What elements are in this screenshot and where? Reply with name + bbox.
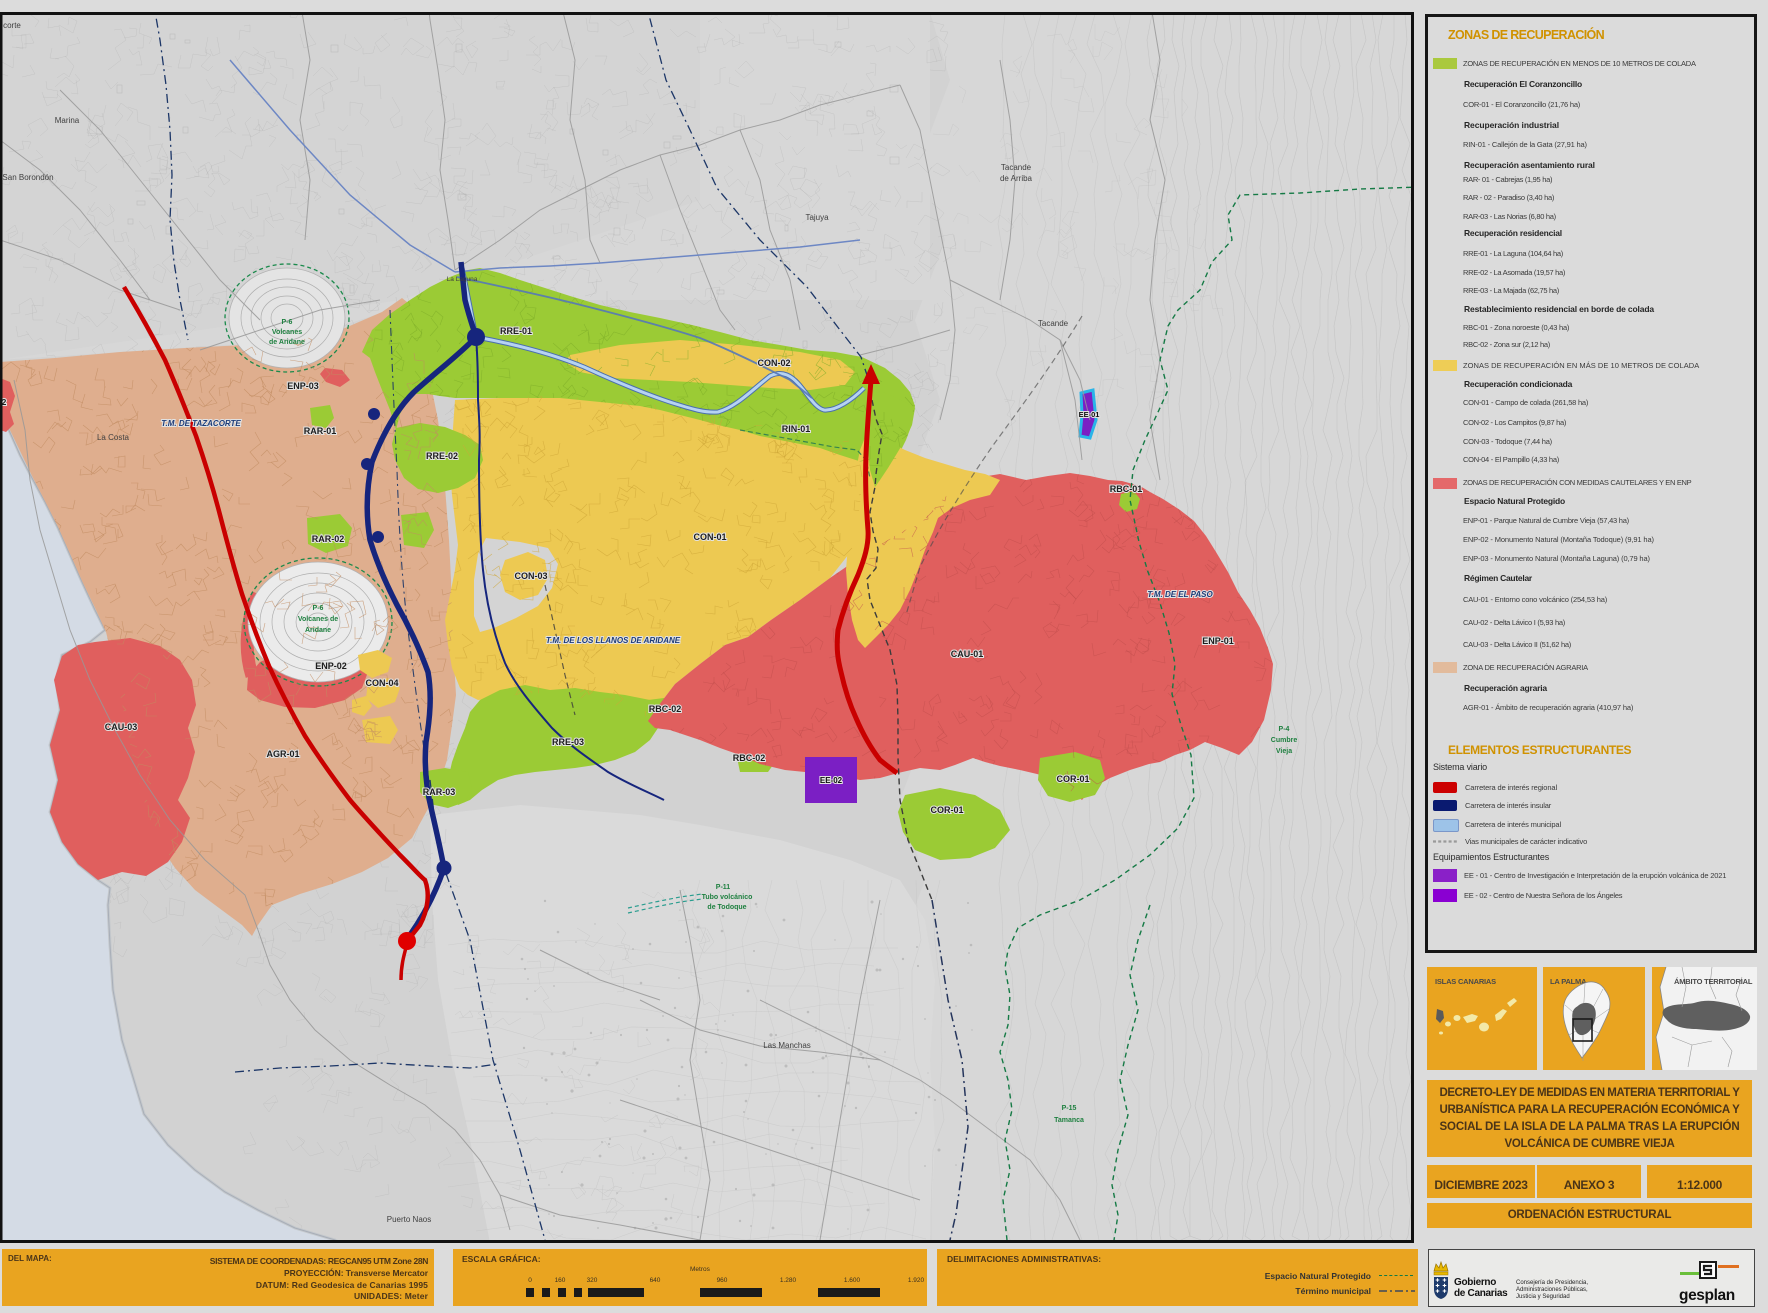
svg-text:RAR-03: RAR-03 bbox=[423, 787, 456, 797]
svg-text:EE-01: EE-01 bbox=[1079, 410, 1100, 419]
svg-text:RRE-02: RRE-02 bbox=[426, 451, 458, 461]
svg-text:CON-02: CON-02 bbox=[757, 358, 790, 368]
svg-text:Consejería de Presidencia,: Consejería de Presidencia, bbox=[1516, 1280, 1588, 1286]
svg-text:Marina: Marina bbox=[55, 116, 80, 125]
svg-text:Vieja: Vieja bbox=[1276, 748, 1292, 755]
svg-text:Tubo volcánico: Tubo volcánico bbox=[702, 894, 753, 901]
svg-text:RAR-02: RAR-02 bbox=[312, 534, 345, 544]
svg-text:ISLAS CANARIAS: ISLAS CANARIAS bbox=[1435, 977, 1496, 986]
svg-text:RRE-03: RRE-03 bbox=[552, 737, 584, 747]
svg-text:RBC-01: RBC-01 bbox=[1110, 484, 1143, 494]
svg-text:Cumbre: Cumbre bbox=[1271, 737, 1298, 744]
svg-text:P-15: P-15 bbox=[1062, 1105, 1077, 1112]
svg-text:La Laguna: La Laguna bbox=[447, 276, 478, 283]
svg-text:de Arriba: de Arriba bbox=[1000, 174, 1033, 183]
svg-text:gesplan: gesplan bbox=[1679, 1287, 1735, 1304]
svg-text:P-4: P-4 bbox=[1279, 726, 1290, 733]
svg-text:CAU-01: CAU-01 bbox=[951, 649, 984, 659]
svg-text:Justicia y Seguridad: Justicia y Seguridad bbox=[1516, 1294, 1570, 1300]
svg-text:Gobierno: Gobierno bbox=[1454, 1277, 1496, 1288]
svg-text:COR-01: COR-01 bbox=[930, 805, 963, 815]
svg-text:Administraciones Públicas,: Administraciones Públicas, bbox=[1516, 1287, 1588, 1293]
svg-text:T.M. DE TAZACORTE: T.M. DE TAZACORTE bbox=[161, 419, 241, 428]
svg-text:RRE-01: RRE-01 bbox=[500, 326, 532, 336]
svg-text:Las Manchas: Las Manchas bbox=[763, 1041, 811, 1050]
svg-text:de Canarias: de Canarias bbox=[1454, 1288, 1508, 1299]
svg-text:Volcanes: Volcanes bbox=[272, 329, 302, 336]
svg-text:Tacande: Tacande bbox=[1001, 163, 1032, 172]
svg-text:RBC-02: RBC-02 bbox=[649, 704, 682, 714]
svg-text:Tajuya: Tajuya bbox=[805, 213, 829, 222]
svg-text:Volcanes de: Volcanes de bbox=[298, 616, 338, 623]
svg-text:ÁMBITO TERRITORIAL: ÁMBITO TERRITORIAL bbox=[1674, 977, 1753, 986]
svg-text:RBC-02: RBC-02 bbox=[733, 753, 766, 763]
svg-text:P-11: P-11 bbox=[716, 884, 731, 891]
svg-text:Tacande: Tacande bbox=[1038, 319, 1069, 328]
svg-text:Puerto Naos: Puerto Naos bbox=[387, 1215, 431, 1224]
svg-text:CON-04: CON-04 bbox=[365, 678, 398, 688]
svg-text:La Costa: La Costa bbox=[97, 433, 130, 442]
svg-text:RIN-01: RIN-01 bbox=[782, 424, 811, 434]
svg-text:Aridane: Aridane bbox=[305, 627, 331, 634]
svg-text:ENP-02: ENP-02 bbox=[315, 661, 347, 671]
svg-text:Tamanca: Tamanca bbox=[1054, 1117, 1084, 1124]
svg-text:T.M. DE EL PASO: T.M. DE EL PASO bbox=[1147, 590, 1213, 599]
svg-text:RAR-01: RAR-01 bbox=[304, 426, 337, 436]
svg-text:ENP-03: ENP-03 bbox=[287, 381, 319, 391]
svg-text:COR-01: COR-01 bbox=[1056, 774, 1089, 784]
svg-text:de Aridane: de Aridane bbox=[269, 339, 305, 346]
svg-text:corte: corte bbox=[3, 21, 21, 30]
svg-text:EE-02: EE-02 bbox=[820, 776, 843, 785]
svg-text:CON-03: CON-03 bbox=[514, 571, 547, 581]
svg-text:ENP-01: ENP-01 bbox=[1202, 636, 1234, 646]
svg-text:P-6: P-6 bbox=[313, 605, 324, 612]
svg-text:CAU-03: CAU-03 bbox=[105, 722, 138, 732]
svg-text:T.M. DE LOS LLANOS DE ARIDANE: T.M. DE LOS LLANOS DE ARIDANE bbox=[546, 636, 681, 645]
svg-text:de Todoque: de Todoque bbox=[707, 904, 746, 911]
svg-text:AGR-01: AGR-01 bbox=[266, 749, 299, 759]
svg-text:CON-01: CON-01 bbox=[693, 532, 726, 542]
svg-text:P-6: P-6 bbox=[282, 319, 293, 326]
svg-text:San Borondón: San Borondón bbox=[2, 173, 53, 182]
